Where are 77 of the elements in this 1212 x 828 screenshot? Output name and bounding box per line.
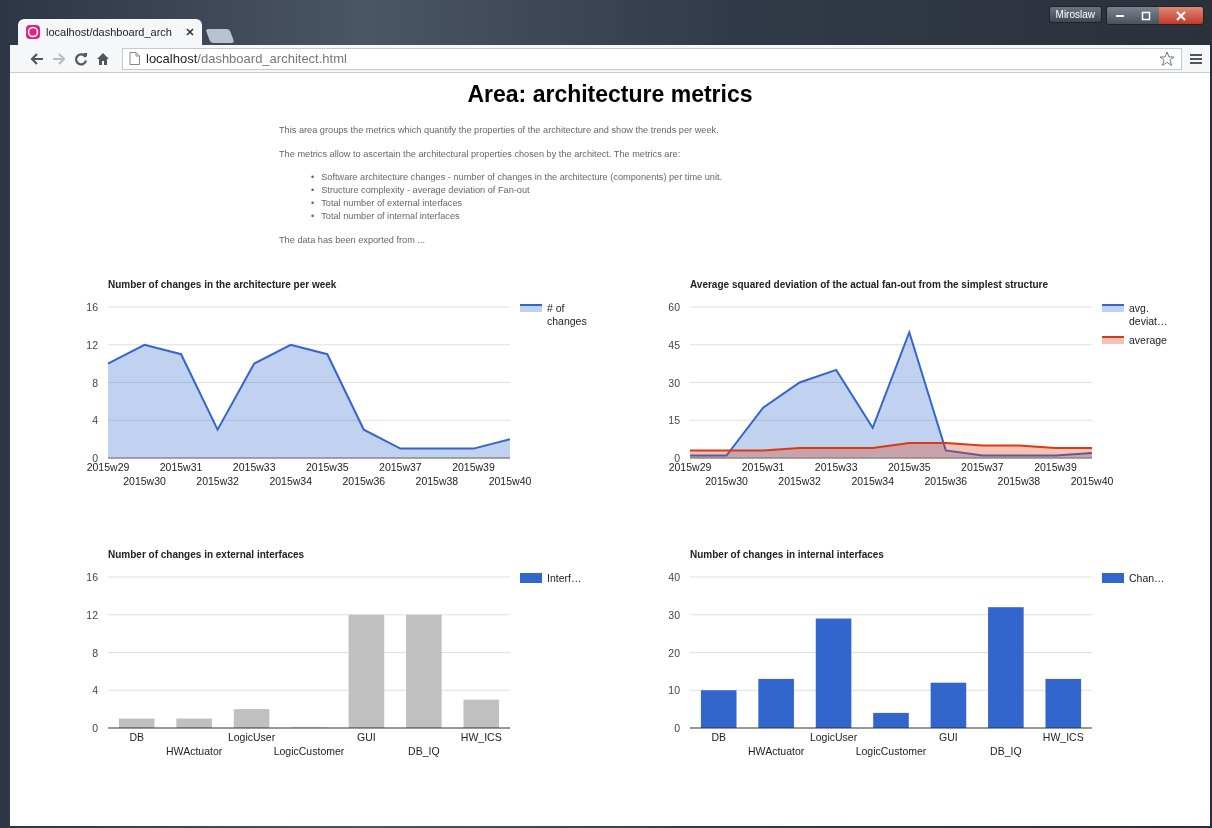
axis-label: 2015w33 <box>232 460 276 473</box>
axis-label: GUI <box>939 730 958 743</box>
axis-label: DB <box>711 730 726 743</box>
axis-label: 2015w40 <box>488 474 532 487</box>
axis-tick-label: 12 <box>86 338 98 351</box>
axis-tick-label: 16 <box>86 570 98 583</box>
bullet-item: Software architecture changes - number of changes in the architecture (components) per time unit. <box>321 171 723 184</box>
description-text: This area groups the metrics which quantify the properties of the architecture and show the trends per week. <box>279 124 720 137</box>
description-text: The metrics allow to ascertain the architectural properties chosen by the architect. The metrics are: <box>279 147 682 160</box>
chart-title: Number of changes in external interfaces <box>108 548 305 560</box>
axis-label: HW_ICS <box>460 730 502 743</box>
legend-label: Interf… <box>547 571 583 585</box>
chart-title: Number of changes in internal interfaces <box>690 548 884 560</box>
axis-tick-label: 8 <box>92 646 98 658</box>
bullet-item: Structure complexity - average deviation of Fan-out <box>321 184 530 197</box>
bullet-marker: • <box>311 210 315 223</box>
legend-label: average <box>1129 333 1168 347</box>
axis-tick-label: 12 <box>86 608 98 621</box>
axis-label: 2015w35 <box>305 460 349 473</box>
axis-label: 2015w31 <box>159 460 203 473</box>
axis-tick-label: 45 <box>668 338 680 351</box>
axis-label: DB_IQ <box>990 744 1022 757</box>
bullet-marker: • <box>311 197 315 210</box>
axis-tick-label: 4 <box>92 683 98 696</box>
axis-tick-label: 30 <box>668 608 680 621</box>
axis-label: LogicCustomer <box>273 744 345 757</box>
axis-tick-label: 40 <box>668 570 680 583</box>
axis-tick-label: 16 <box>86 300 98 313</box>
axis-tick-label: 20 <box>668 646 680 658</box>
axis-label: HWActuator <box>166 744 223 757</box>
axis-label: 2015w37 <box>379 460 422 473</box>
axis-label: 2015w39 <box>1034 460 1077 473</box>
axis-label: 2015w36 <box>342 474 386 487</box>
axis-tick-label: 15 <box>668 413 680 426</box>
axis-tick-label: 0 <box>92 451 98 464</box>
axis-label: 2015w30 <box>705 474 748 487</box>
axis-label: LogicUser <box>809 730 858 743</box>
bullet-marker: • <box>311 171 315 184</box>
axis-label: 2015w37 <box>961 460 1004 473</box>
axis-label: 2015w34 <box>269 474 313 487</box>
legend-label: # of changes <box>547 301 588 328</box>
legend-label: avg. deviat… <box>1129 301 1169 328</box>
axis-label: 2015w32 <box>196 474 239 487</box>
axis-tick-label: 10 <box>668 683 680 696</box>
bullet-item: Total number of internal interfaces <box>321 210 460 223</box>
axis-label: 2015w32 <box>778 474 821 487</box>
axis-tick-label: 0 <box>674 451 680 464</box>
axis-label: 2015w34 <box>851 474 895 487</box>
axis-label: LogicCustomer <box>855 744 927 757</box>
axis-label: 2015w31 <box>741 460 785 473</box>
axis-label: 2015w36 <box>924 474 968 487</box>
axis-label: DB <box>129 730 144 743</box>
axis-label: HWActuator <box>748 744 805 757</box>
axis-label: 2015w30 <box>123 474 166 487</box>
axis-tick-label: 60 <box>668 300 680 313</box>
axis-label: HW_ICS <box>1042 730 1084 743</box>
axis-label: 2015w39 <box>452 460 495 473</box>
axis-label: DB_IQ <box>408 744 440 757</box>
axis-tick-label: 4 <box>92 413 98 426</box>
axis-label: 2015w33 <box>814 460 858 473</box>
axis-tick-label: 0 <box>92 721 98 734</box>
page-title: Area: architecture metrics <box>466 81 754 108</box>
axis-tick-label: 8 <box>92 376 98 388</box>
axis-tick-label: 30 <box>668 376 680 388</box>
axis-label: 2015w38 <box>997 474 1041 487</box>
bullet-item: Total number of external interfaces <box>321 197 463 210</box>
chart-title: Average squared deviation of the actual fan-out from the simplest structure <box>690 278 1049 290</box>
axis-tick-label: 0 <box>674 721 680 734</box>
bullet-marker: • <box>311 184 315 197</box>
chart-title: Number of changes in the architecture per week <box>108 278 337 290</box>
axis-label: LogicUser <box>227 730 276 743</box>
axis-label: GUI <box>357 730 376 743</box>
axis-label: 2015w38 <box>415 474 459 487</box>
legend-label: Chan… <box>1129 571 1166 585</box>
description-text: The data has been exported from ... <box>279 234 427 247</box>
axis-label: 2015w40 <box>1070 474 1114 487</box>
axis-label: 2015w35 <box>887 460 931 473</box>
